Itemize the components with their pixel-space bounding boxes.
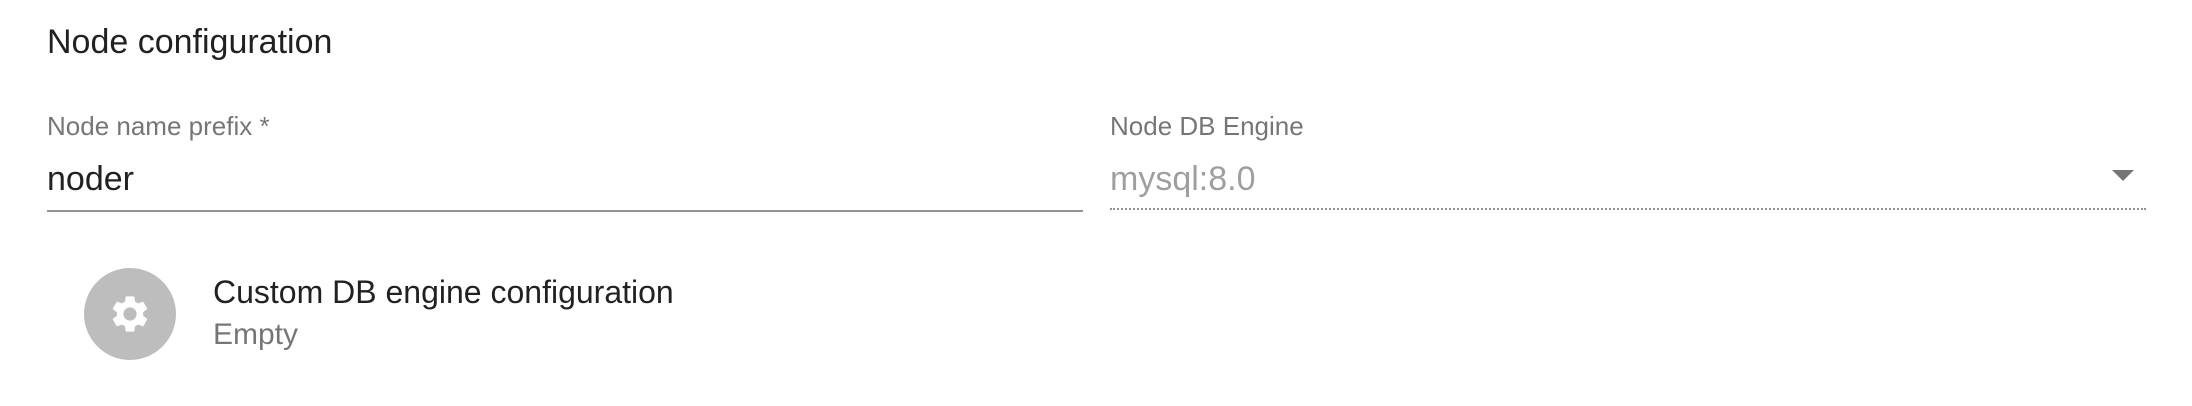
- node-name-prefix-underline: [47, 210, 1083, 212]
- avatar: [84, 268, 176, 360]
- node-name-prefix-label: Node name prefix *: [47, 111, 270, 141]
- gear-icon: [112, 296, 148, 332]
- page-title: Node configuration: [47, 23, 333, 61]
- custom-db-config-status: Empty: [213, 318, 299, 351]
- node-db-engine-underline: [1110, 208, 2146, 210]
- node-name-prefix-field[interactable]: Node name prefix *: [47, 104, 1083, 214]
- dropdown-arrow-icon[interactable]: [2112, 170, 2134, 181]
- node-db-engine-value[interactable]: mysql:8.0: [1110, 154, 2146, 204]
- node-name-prefix-input[interactable]: [47, 154, 1083, 204]
- custom-db-engine-config-item[interactable]: Custom DB engine configuration Empty: [47, 262, 1147, 366]
- node-db-engine-select[interactable]: Node DB Engine mysql:8.0: [1110, 104, 2146, 214]
- node-db-engine-label: Node DB Engine: [1110, 111, 1304, 141]
- custom-db-config-title: Custom DB engine configuration: [213, 274, 674, 310]
